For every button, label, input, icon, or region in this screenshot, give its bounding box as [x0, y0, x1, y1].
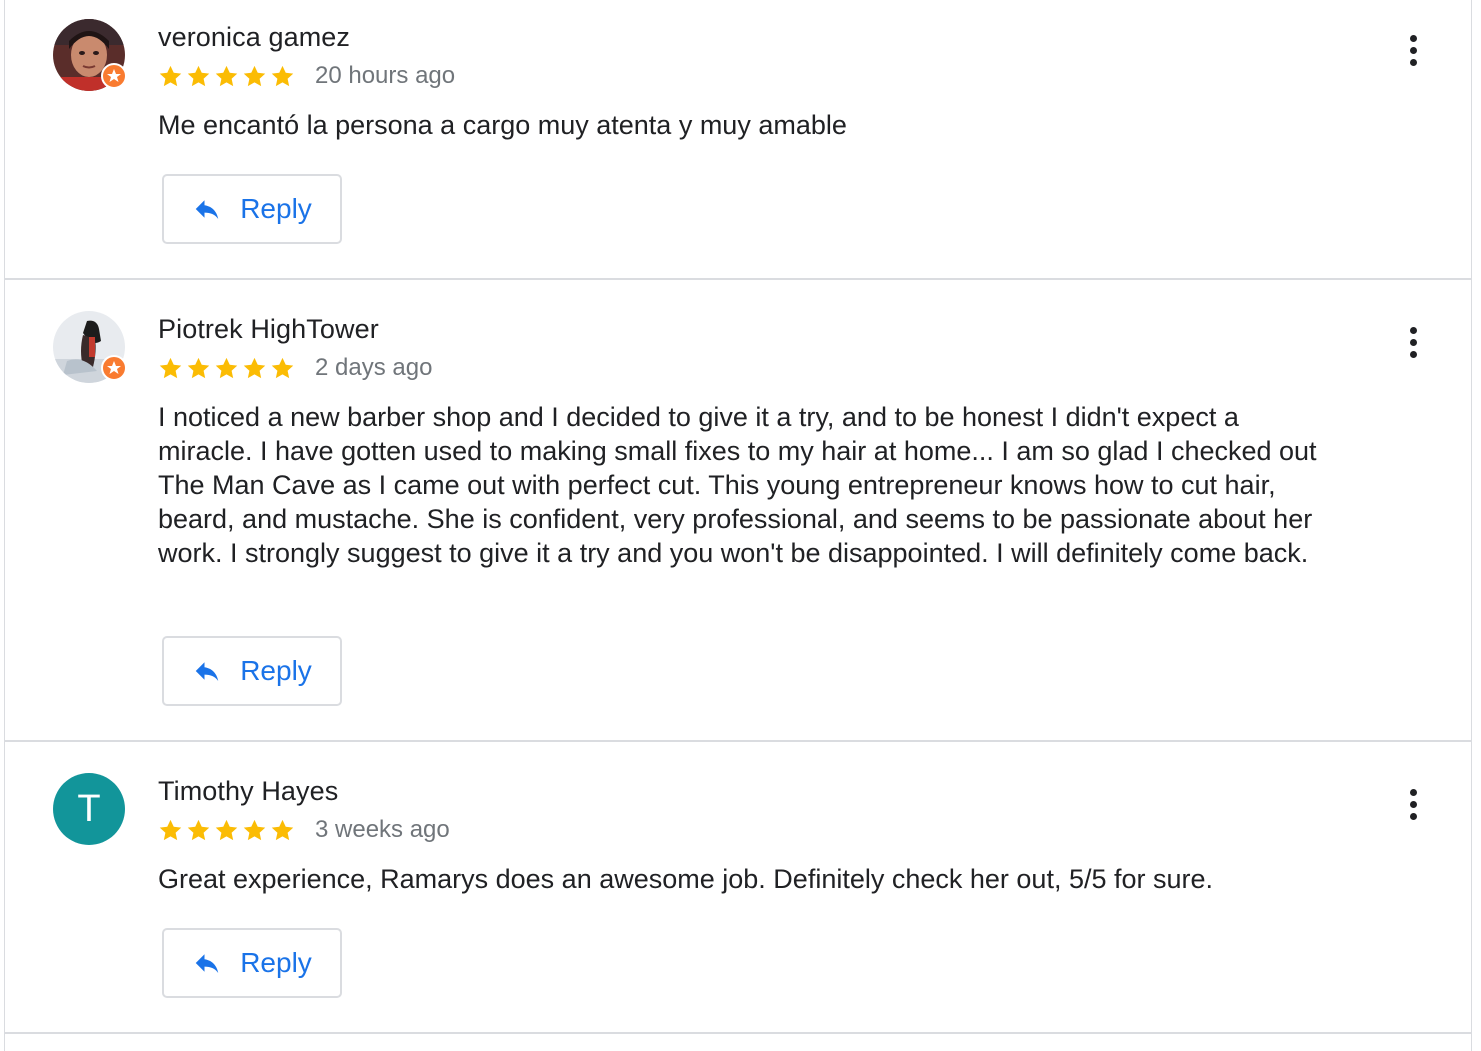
star-icon: [271, 819, 294, 840]
review-meta: 3 weeks ago: [158, 815, 450, 845]
reply-label: Reply: [240, 193, 312, 224]
star-icon: [271, 65, 294, 86]
local-guide-badge-icon: [101, 63, 127, 89]
reply-arrow-icon: [195, 954, 219, 973]
avatar[interactable]: [53, 19, 127, 91]
review-time: 20 hours ago: [315, 62, 456, 89]
more-options-button[interactable]: [1397, 28, 1429, 72]
local-guide-badge-icon: [101, 355, 127, 381]
star-icon: [215, 819, 238, 840]
star-icon: [187, 65, 210, 86]
more-options-button[interactable]: [1397, 320, 1429, 364]
more-vertical-icon: [1409, 788, 1417, 796]
star-icon: [271, 357, 294, 378]
star-rating: [158, 356, 295, 381]
review-time: 3 weeks ago: [315, 816, 450, 843]
star-icon: [243, 819, 266, 840]
more-vertical-icon: [1409, 34, 1417, 42]
star-icon: [215, 65, 238, 86]
review-text: Me encantó la persona a cargo muy atenta…: [158, 110, 847, 140]
star-rating: [158, 64, 295, 89]
star-rating: [158, 818, 295, 843]
reviewer-name[interactable]: veronica gamez: [158, 22, 350, 53]
reviewer-name[interactable]: Timothy Hayes: [158, 776, 338, 807]
review-meta: 20 hours ago: [158, 61, 455, 91]
star-icon: [159, 357, 182, 378]
more-options-button[interactable]: [1397, 782, 1429, 826]
review-text: I noticed a new barber shop and I decide…: [158, 402, 1317, 568]
review-meta: 2 days ago: [158, 353, 432, 383]
reviewer-name[interactable]: Piotrek HighTower: [158, 314, 379, 345]
reply-label: Reply: [240, 947, 312, 978]
review-card: veronica gamez 20 hours ago Me encantó l…: [5, 0, 1471, 280]
reply-button[interactable]: Reply: [162, 928, 342, 998]
reply-button[interactable]: Reply: [162, 636, 342, 706]
reply-arrow-icon: [195, 200, 219, 219]
avatar[interactable]: T: [53, 773, 125, 845]
review-card: Piotrek HighTower 2 days ago I noticed a…: [5, 280, 1471, 742]
star-icon: [159, 65, 182, 86]
avatar[interactable]: [53, 311, 127, 383]
star-icon: [215, 357, 238, 378]
review-time: 2 days ago: [315, 354, 433, 381]
review-text: Great experience, Ramarys does an awesom…: [158, 864, 1214, 894]
reply-button[interactable]: Reply: [162, 174, 342, 244]
reviews-panel: veronica gamez 20 hours ago Me encantó l…: [4, 0, 1472, 1051]
reply-label: Reply: [240, 655, 312, 686]
review-card: T Timothy Hayes 3 weeks ago Great experi…: [5, 742, 1471, 1034]
star-icon: [187, 357, 210, 378]
star-icon: [243, 357, 266, 378]
more-vertical-icon: [1409, 326, 1417, 334]
star-icon: [159, 819, 182, 840]
star-icon: [187, 819, 210, 840]
star-icon: [243, 65, 266, 86]
reply-arrow-icon: [195, 662, 219, 681]
